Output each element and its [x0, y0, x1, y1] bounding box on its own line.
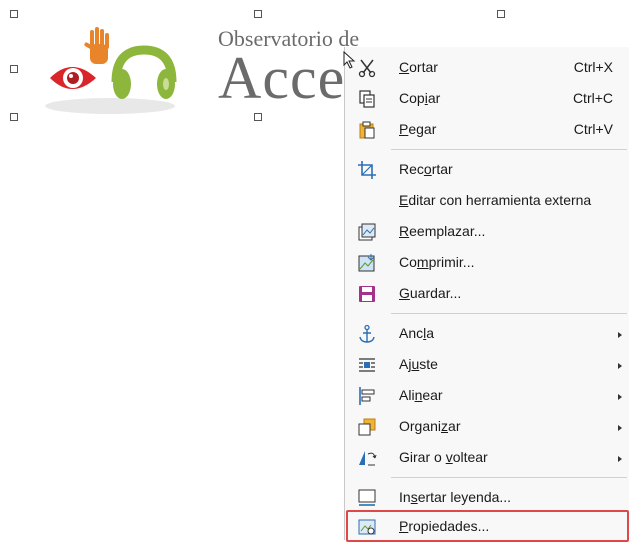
menu-item-anchor[interactable]: Ancla [345, 318, 629, 349]
submenu-arrow-icon [618, 332, 622, 338]
compress-icon [357, 253, 377, 273]
menu-item-align[interactable]: Alinear [345, 380, 629, 411]
selection-handle-middle-left[interactable] [10, 65, 18, 73]
menu-item-label: Propiedades... [399, 518, 490, 534]
menu-item-shortcut: Ctrl+X [573, 59, 613, 75]
menu-item-paste[interactable]: Pegar Ctrl+V [345, 114, 629, 145]
menu-item-label: Organizar [399, 418, 461, 434]
save-icon [357, 284, 377, 304]
menu-item-label: Cortar [399, 59, 438, 75]
selection-handle-bottom-center[interactable] [254, 113, 262, 121]
replace-image-icon [357, 222, 377, 242]
selection-handle-top-center[interactable] [254, 10, 262, 18]
menu-item-label: Ajuste [399, 356, 438, 372]
selection-handle-bottom-left[interactable] [10, 113, 18, 121]
menu-item-save[interactable]: Guardar... [345, 278, 629, 309]
menu-item-replace[interactable]: Reemplazar... [345, 216, 629, 247]
menu-item-rotate-flip[interactable]: Girar o voltear [345, 442, 629, 473]
menu-item-crop[interactable]: Recortar [345, 154, 629, 185]
menu-item-cut[interactable]: Cortar Ctrl+X [345, 52, 629, 83]
submenu-arrow-icon [618, 456, 622, 462]
menu-separator [391, 477, 627, 478]
menu-separator [391, 313, 627, 314]
submenu-arrow-icon [618, 425, 622, 431]
headphones-icon [111, 45, 177, 99]
menu-item-arrange[interactable]: Organizar [345, 411, 629, 442]
menu-item-label: Comprimir... [399, 254, 475, 270]
menu-item-label: Editar con herramienta externa [399, 192, 592, 208]
hand-icon [84, 27, 109, 64]
menu-item-edit-external[interactable]: Editar con herramienta externa [345, 185, 629, 216]
selection-handle-top-left[interactable] [10, 10, 18, 18]
logo-graphic [45, 27, 177, 114]
menu-item-label: Pegar [399, 121, 437, 137]
menu-item-label: Recortar [399, 161, 453, 177]
submenu-arrow-icon [618, 363, 622, 369]
menu-item-wrap[interactable]: Ajuste [345, 349, 629, 380]
copy-icon [357, 89, 377, 109]
menu-item-shortcut: Ctrl+V [573, 121, 613, 137]
menu-item-label: Alinear [399, 387, 443, 403]
arrange-icon [357, 417, 377, 437]
menu-item-label: Guardar... [399, 285, 462, 301]
menu-item-copy[interactable]: Copiar Ctrl+C [345, 83, 629, 114]
menu-item-label: Ancla [399, 325, 435, 341]
align-icon [357, 386, 377, 406]
menu-item-label: Copiar [399, 90, 441, 106]
menu-item-compress[interactable]: Comprimir... [345, 247, 629, 278]
menu-item-label: Insertar leyenda... [399, 489, 512, 505]
eye-icon [50, 67, 96, 89]
context-menu: Cortar Ctrl+X Copiar Ctrl+C Pegar Ctrl+V… [344, 47, 629, 542]
menu-item-shortcut: Ctrl+C [572, 90, 613, 106]
crop-icon [357, 160, 377, 180]
caption-icon [357, 488, 377, 508]
selection-handle-top-right[interactable] [497, 10, 505, 18]
menu-item-label: Girar o voltear [399, 449, 488, 465]
menu-item-label: Reemplazar... [399, 223, 486, 239]
logo-image[interactable] [40, 20, 200, 120]
menu-item-insert-caption[interactable]: Insertar leyenda... [345, 482, 629, 513]
mouse-pointer-icon [343, 51, 356, 69]
anchor-icon [357, 324, 377, 344]
wrap-icon [357, 355, 377, 375]
menu-item-properties[interactable]: Propiedades... [346, 510, 629, 542]
paste-icon [357, 120, 377, 140]
menu-separator [391, 149, 627, 150]
cut-icon [357, 58, 377, 78]
submenu-arrow-icon [618, 394, 622, 400]
rotate-flip-icon [357, 448, 377, 468]
properties-icon [357, 517, 377, 537]
